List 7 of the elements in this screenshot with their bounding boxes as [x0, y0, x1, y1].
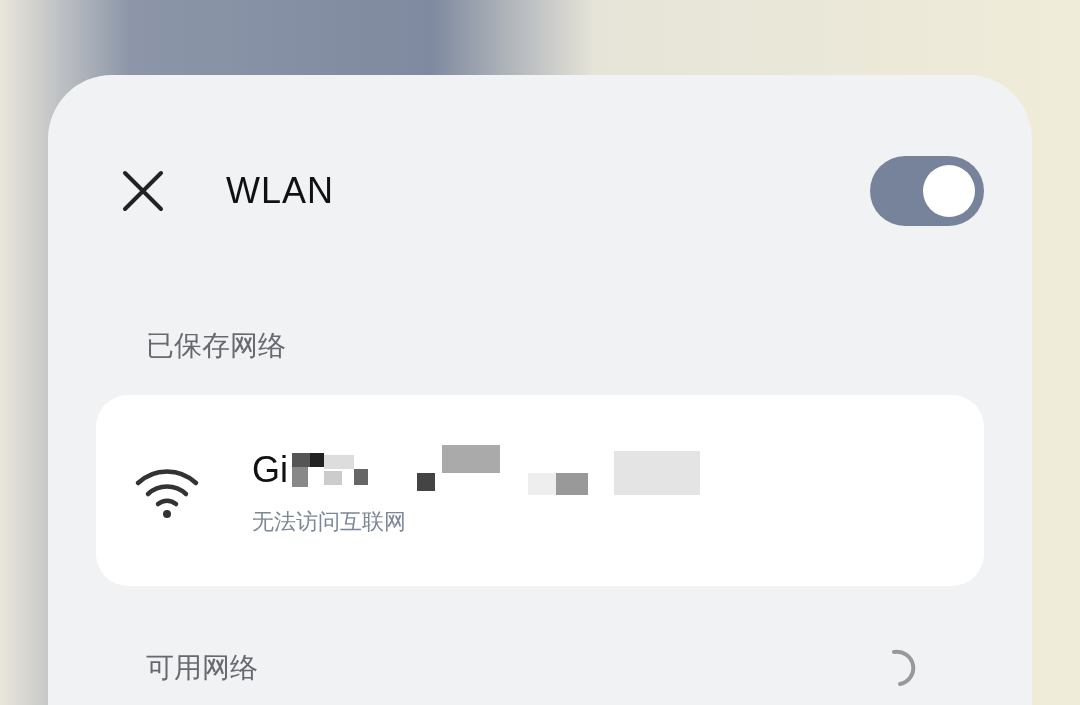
close-button[interactable] [122, 170, 164, 212]
window-title: WLAN [226, 170, 335, 212]
network-status: 无法访问互联网 [252, 507, 407, 536]
section-heading: 已保存网络 [145, 328, 287, 364]
section-heading: 可用网络 [146, 650, 258, 686]
network-name: Gi [252, 448, 288, 491]
network-item[interactable]: Gi 无法访问互联网 [96, 395, 984, 586]
